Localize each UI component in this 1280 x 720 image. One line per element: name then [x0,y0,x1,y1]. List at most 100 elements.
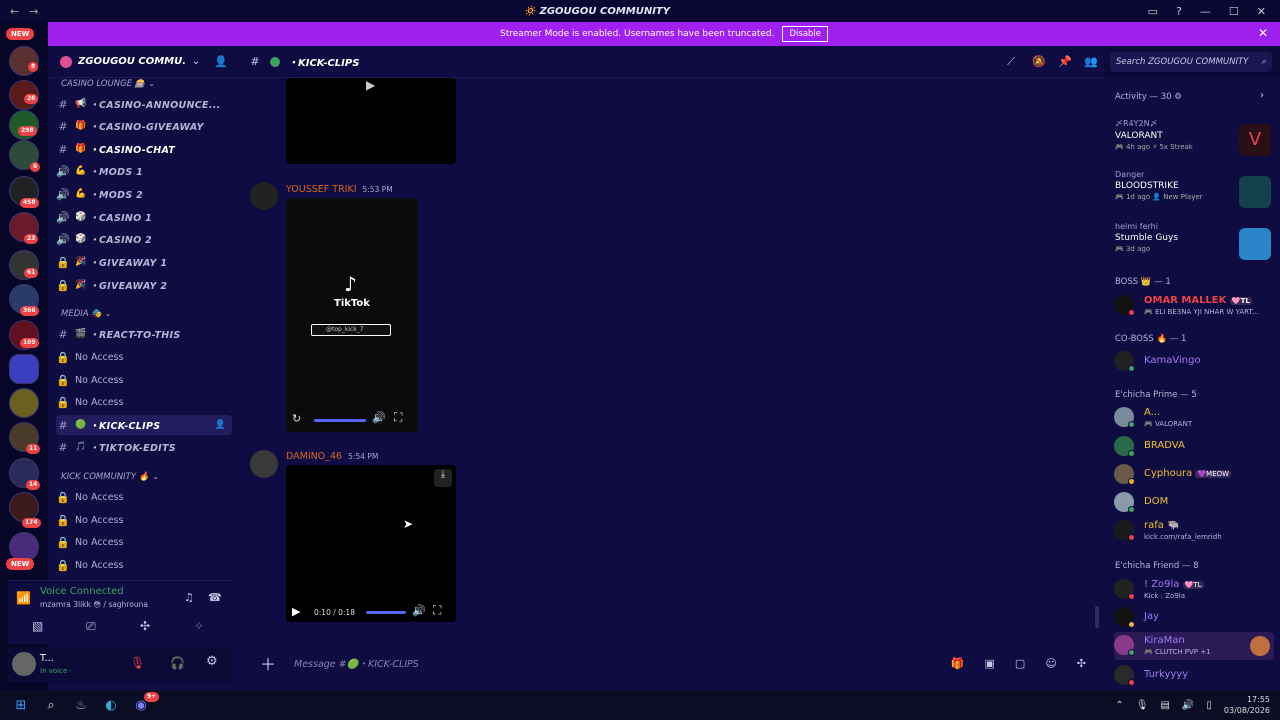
notifications-muted-icon[interactable]: 🔕 [1032,55,1046,68]
message-input[interactable]: Message #🟢・KICK-CLIPS [294,656,419,670]
chat-scrollbar[interactable] [1095,606,1099,628]
video-attachment[interactable]: ⤓ ➤ ▶ 0:10 / 0:18 🔊 ⛶ [286,465,456,622]
pin-icon[interactable]: 📌 [1058,55,1072,68]
member-item[interactable]: Jay [1114,604,1274,632]
channel-tiktok-edits[interactable]: # 🎵 ・TIKTOK-EDITS [56,437,232,457]
server-icon[interactable] [9,388,39,418]
microphone-icon[interactable]: 🎙 [1136,700,1149,711]
channel-casino-1[interactable]: 🔊 🎲 ・CASINO 1 [56,207,232,227]
forward-arrow-icon[interactable]: → [29,5,38,18]
speaker-icon[interactable]: 🔊 [1182,700,1194,711]
inbox-icon[interactable]: ▭ [1148,5,1158,18]
volume-icon[interactable]: 🔊 [372,411,386,424]
camera-off-icon[interactable]: ▧ [32,619,43,633]
minimize-button[interactable]: — [1200,5,1211,18]
close-window-button[interactable]: ✕ [1257,5,1266,18]
channel-locked[interactable]: 🔒 No Access [56,555,232,575]
voice-channel[interactable]: mzamra 3likk 😳 / saghrouna [40,600,148,609]
chevron-up-icon[interactable]: ⌃ [1115,700,1123,711]
settings-gear-icon[interactable]: ⚙ [206,654,218,669]
message-author[interactable]: DAMINO_46 5:54 PM [286,451,378,462]
download-icon[interactable]: ⤓ [434,469,452,487]
search-input[interactable]: Search ZGOUGOU COMMUNITY ⌕ [1110,52,1272,72]
disable-button[interactable]: Disable [782,26,829,42]
channel-casino-2[interactable]: 🔊 🎲 ・CASINO 2 [56,229,232,249]
channel-casino-giveaway[interactable]: # 🎁 ・CASINO-GIVEAWAY [56,116,232,136]
soundboard-icon[interactable]: ♫ [184,591,194,604]
message-author[interactable]: YOUSSEF TRIKI 5:53 PM [286,184,393,195]
start-windows-icon[interactable]: ⊞ [6,690,36,720]
apps-icon[interactable]: ✣ [1077,657,1086,670]
steam-icon[interactable]: ♨ [66,690,96,720]
activity-card[interactable]: 〆R4Y2N〆 VALORANT 🎮 4h ago ⚡ 5x Streak V [1115,118,1273,162]
member-item[interactable]: A... 🎮 VALORANT [1114,404,1274,432]
help-icon[interactable]: ? [1176,5,1182,18]
channel-react-to-this[interactable]: # 🎬 ・REACT-TO-THIS [56,324,232,344]
member-item[interactable]: Turkyyyy [1114,662,1274,690]
channel-locked[interactable]: 🔒 No Access [56,510,232,530]
channel-mods-2[interactable]: 🔊 💪 ・MODS 2 [56,184,232,204]
member-list-icon[interactable]: 👥 [1084,55,1098,68]
video-attachment[interactable]: ▶ [286,78,456,164]
category-casino-lounge[interactable]: CASINO LOUNGE 🎰 ⌄ [61,79,155,89]
play-icon[interactable]: ▶ [292,605,300,618]
disconnect-icon[interactable]: ☎ [208,591,222,604]
folder-icon[interactable] [9,354,39,384]
video-attachment[interactable]: ♪ TikTok @top_kick_7 ↻ 🔊 ⛶ [286,198,418,432]
gif-icon[interactable]: ▣ [985,657,995,670]
avatar[interactable] [250,182,278,210]
fullscreen-icon[interactable]: ⛶ [433,603,441,618]
sticker-icon[interactable]: ▢ [1015,657,1025,670]
video-progress-bar[interactable] [366,611,406,614]
channel-giveaway-1[interactable]: 🔒 🎉 ・GIVEAWAY 1 [56,252,232,272]
channel-locked[interactable]: 🔒 No Access [56,347,232,367]
category-kick-community[interactable]: KICK COMMUNITY 🔥 ⌄ [61,472,159,482]
activity-header[interactable]: Activity — 30 ⚙ [1115,92,1182,102]
back-arrow-icon[interactable]: ← [10,5,19,18]
soundboard-effects-icon[interactable]: ✧ [194,619,204,633]
member-item[interactable]: Cyphoura 💜MEOW [1114,461,1274,489]
channel-locked[interactable]: 🔒 No Access [56,392,232,412]
close-icon[interactable]: ✕ [1258,26,1268,40]
channel-kick-clips[interactable]: # 🟢 ・KICK-CLIPS 👤 [56,415,232,435]
channel-locked[interactable]: 🔒 No Access [56,532,232,552]
member-item[interactable]: OMAR MALLEK 🩷TL 🎮 ELI BE3NA YJI NHAR W Y… [1114,292,1274,320]
volume-icon[interactable]: 🔊 [412,604,426,617]
mic-muted-icon[interactable]: 🎙 [130,656,145,670]
replay-icon[interactable]: ↻ [292,412,301,425]
video-progress-bar[interactable] [314,419,366,422]
avatar[interactable] [12,652,36,676]
add-member-icon[interactable]: 👤 [215,420,226,430]
activity-card[interactable]: helmi ferhi Stumble Guys 🎮 3d ago [1115,222,1273,266]
deafen-icon[interactable]: 🎧 [170,656,185,670]
emoji-icon[interactable]: ☺ [1045,657,1056,670]
category-media[interactable]: MEDIA 🎭 ⌄ [61,309,112,319]
server-header[interactable]: ZGOUGOU COMMU... ⌄ 👤 [48,46,236,78]
member-item[interactable]: DOM [1114,489,1274,517]
maximize-button[interactable]: ☐ [1229,5,1239,18]
member-item[interactable]: rafa 🐃 kick.com/rafa_lemridh [1114,517,1274,545]
gift-icon[interactable]: 🎁 [951,657,965,670]
channel-casino-announce[interactable]: # 📢 ・CASINO-ANNOUNCE... [56,94,232,114]
channel-giveaway-2[interactable]: 🔒 🎉 ・GIVEAWAY 2 [56,275,232,295]
network-icon[interactable]: ▤ [1160,700,1169,711]
add-member-icon[interactable]: 👤 [214,55,228,68]
battery-icon[interactable]: ▯ [1206,700,1212,711]
fullscreen-icon[interactable]: ⛶ [394,410,402,425]
channel-mods-1[interactable]: 🔊 💪 ・MODS 1 [56,161,232,181]
member-item[interactable]: KamaVingo [1114,348,1274,376]
member-item[interactable]: ! Zo9la 🩷TL Kick : Zo9la [1114,576,1274,604]
activity-card[interactable]: Danger BLOODSTRIKE 🎮 1d ago 👤 New Player [1115,170,1273,214]
play-icon[interactable]: ▶ [366,78,375,92]
channel-locked[interactable]: 🔒 No Access [56,370,232,390]
discord-icon[interactable]: ◉ 9+ [126,690,160,720]
member-item[interactable]: BRADVA [1114,433,1274,461]
threads-icon[interactable]: ⟋ [1004,55,1018,69]
member-item[interactable]: KiraMan 🎮 CLUTCH PVP +1 [1114,632,1274,660]
chevron-right-icon[interactable]: › [1260,90,1264,101]
activities-icon[interactable]: ✣ [140,619,150,633]
edge-icon[interactable]: ◐ [96,690,126,720]
search-icon[interactable]: ⌕ [36,690,66,720]
clock[interactable]: 17:55 03/08/2026 [1224,694,1270,716]
avatar[interactable] [250,450,278,478]
